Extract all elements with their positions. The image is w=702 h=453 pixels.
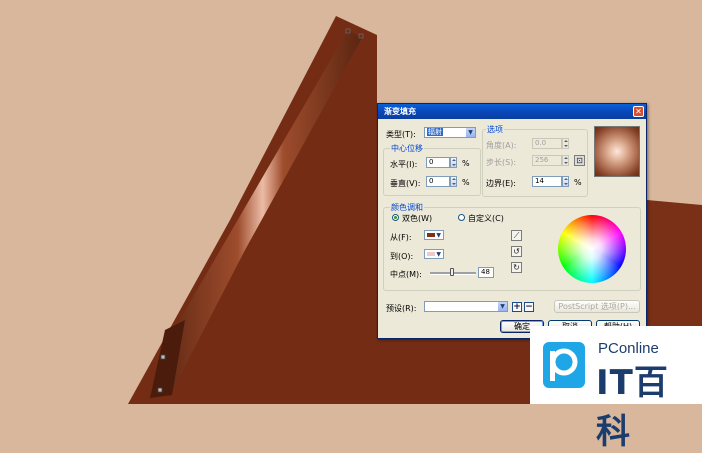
counterclockwise-blend-icon[interactable]: ↺ (511, 246, 522, 257)
vertical-label: 垂直(V): (390, 179, 421, 188)
color-blend-title: 颜色调和 (390, 202, 424, 213)
close-button[interactable]: ✕ (633, 106, 644, 117)
node-handle[interactable] (160, 354, 166, 360)
angle-stepper[interactable] (562, 138, 569, 149)
two-color-radio[interactable] (392, 214, 399, 221)
steps-input[interactable]: 256 (532, 155, 562, 166)
direct-blend-icon[interactable]: ⟋ (511, 230, 522, 241)
preset-label: 预设(R): (386, 304, 417, 313)
edge-stepper[interactable] (562, 176, 569, 187)
percent-unit: % (574, 178, 582, 187)
custom-label: 自定义(C) (468, 214, 504, 223)
fountain-fill-dialog: 渐变填充 ✕ 类型(T): 辐射 ▼ 中心位移 水平(I): 0 % 垂直(V)… (377, 103, 647, 339)
to-color-picker[interactable]: ▼ (424, 249, 444, 259)
edge-label: 边界(E): (486, 179, 516, 188)
add-preset-button[interactable]: + (512, 302, 522, 312)
steps-label: 步长(S): (486, 158, 517, 167)
dialog-title: 渐变填充 (384, 107, 416, 116)
horizontal-stepper[interactable] (450, 157, 457, 168)
node-handle[interactable] (157, 387, 163, 393)
to-label: 到(O): (390, 252, 414, 261)
options-title: 选项 (486, 124, 504, 135)
type-value: 辐射 (427, 128, 443, 136)
dialog-titlebar[interactable]: 渐变填充 (378, 104, 646, 119)
chevron-down-icon: ▼ (466, 128, 475, 137)
close-icon: ✕ (635, 107, 642, 116)
vertical-input[interactable]: 0 (426, 176, 450, 187)
chevron-down-icon: ▼ (436, 232, 441, 239)
gradient-preview[interactable] (594, 126, 640, 177)
horizontal-label: 水平(I): (390, 160, 418, 169)
chevron-down-icon: ▼ (498, 302, 507, 311)
color-wheel[interactable] (558, 215, 626, 283)
two-color-label: 双色(W) (402, 214, 433, 223)
type-label: 类型(T): (386, 130, 416, 139)
angle-label: 角度(A): (486, 141, 517, 150)
preset-select[interactable]: ▼ (424, 301, 508, 312)
angle-input[interactable]: 0.0 (532, 138, 562, 149)
percent-unit: % (462, 178, 470, 187)
midpoint-slider-thumb[interactable] (450, 268, 455, 276)
percent-unit: % (462, 159, 470, 168)
vertical-stepper[interactable] (450, 176, 457, 187)
from-color-picker[interactable]: ▼ (424, 230, 444, 240)
midpoint-input[interactable]: 48 (478, 267, 494, 278)
clockwise-blend-icon[interactable]: ↻ (511, 262, 522, 273)
lock-icon[interactable]: ⊡ (574, 155, 585, 166)
chevron-down-icon: ▼ (436, 251, 441, 258)
from-color-swatch (427, 233, 435, 237)
type-select[interactable]: 辐射 ▼ (424, 127, 476, 138)
postscript-options-button[interactable]: PostScript 选项(P)... (554, 300, 640, 313)
to-color-swatch (427, 252, 435, 256)
edge-input[interactable]: 14 (532, 176, 562, 187)
custom-radio[interactable] (458, 214, 465, 221)
center-offset-title: 中心位移 (390, 143, 424, 154)
from-label: 从(F): (390, 233, 412, 242)
pconline-logo-icon (543, 342, 585, 388)
steps-stepper[interactable] (562, 155, 569, 166)
remove-preset-button[interactable]: − (524, 302, 534, 312)
horizontal-input[interactable]: 0 (426, 157, 450, 168)
watermark-brand-big: IT百科 (596, 363, 669, 452)
midpoint-label: 中点(M): (390, 270, 422, 279)
